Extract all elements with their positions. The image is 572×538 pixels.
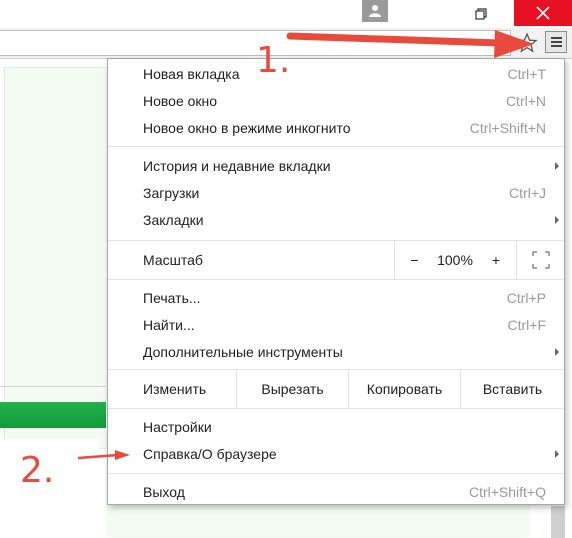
submenu-arrow-icon [555,450,559,458]
menu-separator [108,146,564,147]
menu-item-shortcut: Ctrl+N [505,93,546,109]
star-icon[interactable] [516,32,538,54]
menu-separator [108,279,564,280]
menu-item-more-tools[interactable]: Дополнительные инструменты [108,340,564,366]
restore-button[interactable] [466,4,496,24]
user-profile-button[interactable] [362,0,388,22]
menu-item-label: Новое окно [143,93,218,109]
fullscreen-icon [532,251,550,269]
scrollbar-thumb[interactable] [551,506,565,538]
menu-item-label: Новая вкладка [143,66,240,82]
zoom-label: Масштаб [143,252,203,268]
left-panel [4,67,109,449]
close-icon [536,6,550,20]
annotation-step-1: 1. [256,40,291,81]
menu-item-downloads[interactable]: Загрузки Ctrl+J [108,181,564,207]
paste-button[interactable]: Вставить [460,370,564,408]
submenu-arrow-icon [555,162,559,170]
cut-button[interactable]: Вырезать [236,370,348,408]
zoom-value: 100% [434,241,476,279]
menu-item-label: Справка/О браузере [143,446,277,462]
menu-item-label: Дополнительные инструменты [143,344,343,360]
menu-item-shortcut: Ctrl+Shift+N [469,120,546,136]
restore-icon [475,8,487,20]
paste-label: Вставить [482,381,543,397]
submenu-arrow-icon [555,348,559,356]
copy-button[interactable]: Копировать [348,370,460,408]
hamburger-menu-icon[interactable] [545,31,567,53]
menu-item-help[interactable]: Справка/О браузере [108,442,564,468]
menu-item-label: Закладки [143,212,204,228]
cut-label: Вырезать [261,381,324,397]
fullscreen-button[interactable] [516,241,564,279]
menu-item-label: Новое окно в режиме инкогнито [143,120,351,136]
menu-separator [108,473,564,474]
browser-main-menu: Новая вкладка Ctrl+T Новое окно Ctrl+N Н… [107,58,565,505]
menu-item-new-window[interactable]: Новое окно Ctrl+N [108,89,564,115]
menu-item-print[interactable]: Печать... Ctrl+P [108,286,564,312]
zoom-row: Масштаб − 100% + [108,241,564,279]
menu-item-bookmarks[interactable]: Закладки [108,208,564,234]
menu-item-label: Найти... [143,317,195,333]
zoom-percent: 100% [437,252,473,268]
copy-label: Копировать [366,381,443,397]
menu-item-incognito[interactable]: Новое окно в режиме инкогнито Ctrl+Shift… [108,116,564,142]
green-banner [0,402,108,428]
menu-item-shortcut: Ctrl+Shift+Q [468,484,546,500]
annotation-step-2: 2. [20,450,55,491]
menu-item-history[interactable]: История и недавние вкладки [108,154,564,180]
submenu-arrow-icon [555,216,559,224]
close-button[interactable] [514,0,572,26]
menu-item-shortcut: Ctrl+J [509,185,546,201]
zoom-out-button[interactable]: − [394,241,434,279]
menu-item-new-tab[interactable]: Новая вкладка Ctrl+T [108,62,564,88]
menu-item-find[interactable]: Найти... Ctrl+F [108,313,564,339]
zoom-minus-label: − [410,252,419,268]
zoom-in-button[interactable]: + [476,241,516,279]
menu-item-label: Настройки [143,419,212,435]
edit-label: Изменить [143,381,207,397]
zoom-plus-label: + [491,252,501,268]
menu-item-shortcut: Ctrl+T [507,66,547,82]
menu-item-label: Загрузки [143,185,200,201]
user-icon [369,5,381,17]
title-bar [0,0,572,28]
divider [0,386,108,387]
menu-separator [108,408,564,409]
menu-item-settings[interactable]: Настройки [108,415,564,441]
menu-item-exit[interactable]: Выход Ctrl+Shift+Q [108,480,564,506]
menu-item-shortcut: Ctrl+P [506,290,546,306]
menu-item-label: Выход [143,484,185,500]
menu-item-label: История и недавние вкладки [143,158,331,174]
menu-item-label: Печать... [143,290,201,306]
edit-row: Изменить Вырезать Копировать Вставить [108,370,564,408]
menu-item-shortcut: Ctrl+F [507,317,547,333]
